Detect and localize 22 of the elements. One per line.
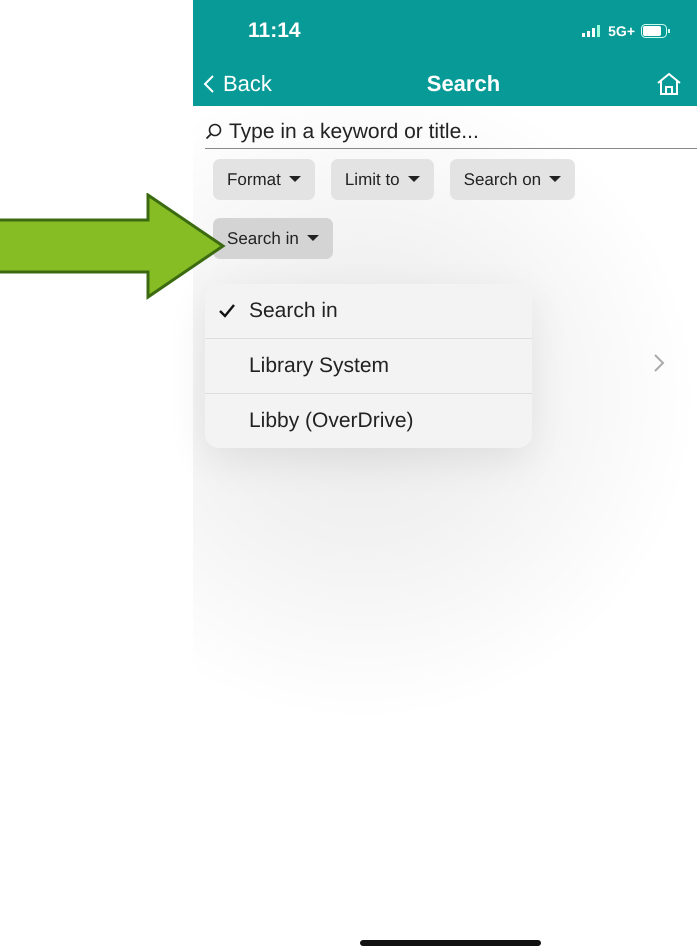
menu-item[interactable]: Search in	[205, 284, 532, 338]
network-label: 5G+	[608, 23, 635, 39]
menu-item[interactable]: Libby (OverDrive)	[205, 393, 532, 448]
page-title: Search	[426, 71, 500, 97]
menu-item[interactable]: Library System	[205, 338, 532, 393]
caret-icon	[288, 176, 301, 183]
arrow-icon	[0, 193, 226, 301]
home-icon[interactable]	[655, 71, 683, 97]
search-icon	[205, 123, 223, 141]
search-field[interactable]: Type in a keyword or title...	[227, 119, 697, 145]
caret-icon	[549, 176, 562, 183]
caret-icon	[306, 235, 319, 242]
filter-dropdown[interactable]: Search on	[450, 159, 576, 200]
battery-icon	[641, 24, 671, 38]
filter-dropdown[interactable]: Search in	[213, 218, 333, 259]
clock-time: 11:14	[248, 19, 301, 43]
filter-dropdown[interactable]: Limit to	[330, 159, 434, 200]
chevron-right-icon	[653, 353, 665, 373]
signal-icon	[582, 25, 602, 37]
filter-dropdown[interactable]: Format	[213, 159, 315, 200]
caret-icon	[408, 176, 420, 183]
chevron-left-icon	[203, 74, 215, 94]
